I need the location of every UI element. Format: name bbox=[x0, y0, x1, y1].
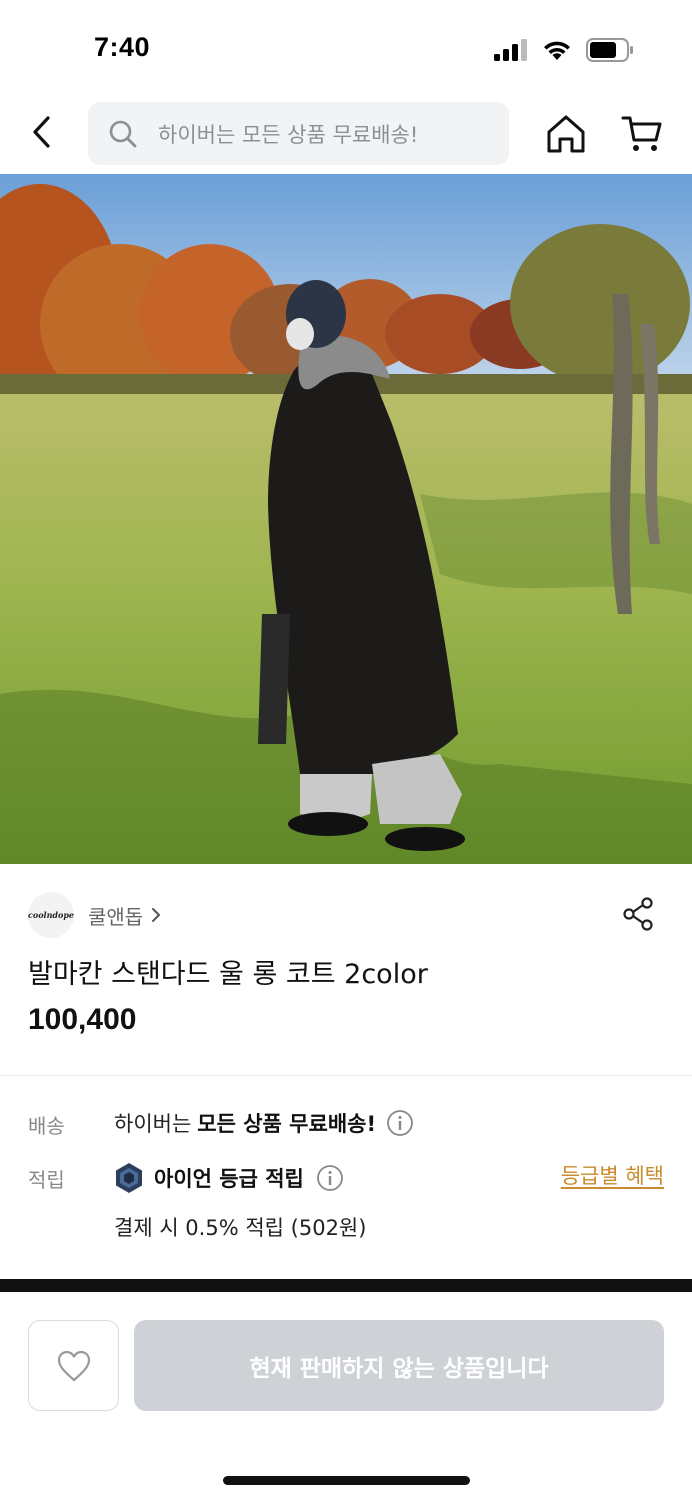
product-title: 발마칸 스탠다드 울 롱 코트 2color bbox=[28, 959, 428, 990]
divider bbox=[0, 1075, 692, 1076]
search-input[interactable]: 하이버는 모든 상품 무료배송! bbox=[88, 102, 509, 165]
purchase-button[interactable]: 현재 판매하지 않는 상품입니다 bbox=[134, 1320, 664, 1411]
info-icon[interactable] bbox=[316, 1164, 344, 1192]
product-price: 100,400 bbox=[28, 1003, 137, 1036]
battery-icon bbox=[586, 38, 633, 62]
chevron-right-icon bbox=[149, 906, 163, 924]
bottom-action-bar: 현재 판매하지 않는 상품입니다 bbox=[0, 1292, 692, 1500]
share-button[interactable] bbox=[620, 896, 656, 932]
grade-text: 아이언 등급 적립 bbox=[154, 1167, 304, 1191]
shipping-label: 배송 bbox=[28, 1114, 65, 1138]
home-indicator bbox=[223, 1476, 470, 1485]
share-icon bbox=[623, 897, 653, 931]
shipping-highlight: 모든 상품 무료배송! bbox=[197, 1112, 377, 1136]
shipping-info: 하이버는 모든 상품 무료배송! bbox=[114, 1108, 414, 1138]
search-placeholder: 하이버는 모든 상품 무료배송! bbox=[158, 122, 419, 147]
top-navigation: 하이버는 모든 상품 무료배송! bbox=[0, 100, 692, 172]
product-photo bbox=[0, 174, 692, 864]
points-detail: 결제 시 0.5% 적립 (502원) bbox=[114, 1216, 367, 1240]
heart-icon bbox=[57, 1350, 90, 1381]
status-bar: 7:40 bbox=[0, 0, 692, 100]
search-icon bbox=[109, 120, 137, 147]
points-label: 적립 bbox=[28, 1168, 65, 1192]
back-button[interactable] bbox=[22, 112, 62, 152]
brand-name[interactable]: 쿨앤돕 bbox=[88, 901, 143, 930]
brand-row[interactable]: coolndope 쿨앤돕 bbox=[28, 892, 664, 938]
cart-icon bbox=[621, 116, 662, 151]
iron-grade-badge-icon bbox=[116, 1163, 142, 1193]
brand-logo: coolndope bbox=[28, 892, 74, 938]
shipping-prefix: 하이버는 bbox=[114, 1112, 192, 1136]
info-icon[interactable] bbox=[386, 1109, 414, 1137]
points-grade: 아이언 등급 적립 bbox=[114, 1162, 344, 1194]
grade-benefits-link[interactable]: 등급별 혜택 bbox=[561, 1160, 664, 1190]
product-image[interactable] bbox=[0, 174, 692, 864]
cart-button[interactable] bbox=[620, 112, 664, 156]
section-divider bbox=[0, 1279, 692, 1292]
chevron-left-icon bbox=[33, 116, 50, 148]
status-time: 7:40 bbox=[94, 32, 151, 62]
status-icons bbox=[494, 38, 634, 62]
home-icon bbox=[547, 115, 585, 153]
wifi-icon bbox=[544, 41, 570, 60]
home-button[interactable] bbox=[544, 112, 588, 156]
like-button[interactable] bbox=[28, 1320, 119, 1411]
cellular-signal-icon bbox=[494, 39, 527, 61]
